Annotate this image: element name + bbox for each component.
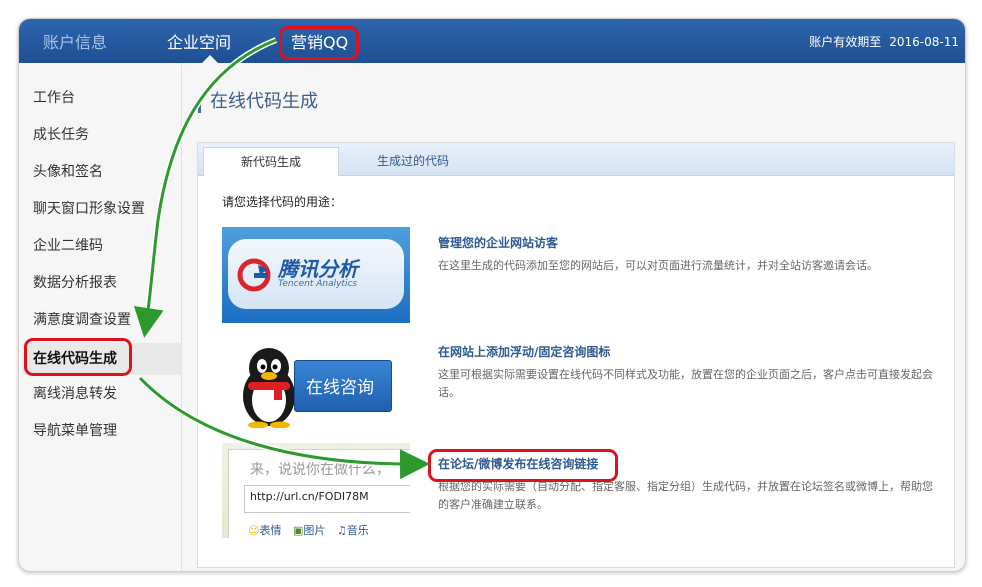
- annotation-online-code: [24, 338, 132, 376]
- main-content: 在线代码生成 新代码生成 生成过的代码 请您选择代码的用途： 腾讯分析 Tenc…: [182, 63, 965, 571]
- image-icon: ▣: [292, 524, 304, 537]
- nav-enterprise-space[interactable]: 企业空间: [167, 19, 231, 63]
- app-window: 账户信息 企业空间 营销QQ 账户有效期至 2016-08-11 工作台 成长任务…: [18, 18, 966, 572]
- consult-thumbnail[interactable]: 在线咨询: [222, 336, 410, 432]
- forum-tool-music: 音乐: [346, 524, 369, 537]
- tab-bar: 新代码生成 生成过的代码: [198, 143, 954, 177]
- expiry-label: 账户有效期至: [809, 35, 882, 49]
- account-expiry: 账户有效期至 2016-08-11: [801, 19, 959, 63]
- forum-placeholder: 来，说说你在做什么，: [250, 462, 390, 478]
- sidebar-item-offline-forwarding[interactable]: 离线消息转发: [33, 379, 117, 409]
- sidebar-item-satisfaction-survey[interactable]: 满意度调查设置: [33, 305, 131, 335]
- tencent-analytics-logo-icon: [237, 258, 271, 292]
- emoji-icon: ☺: [248, 524, 260, 537]
- music-icon: ♫: [336, 524, 347, 537]
- page-title: 在线代码生成: [210, 91, 318, 112]
- annotation-marketing-qq: [279, 26, 359, 60]
- forum-thumbnail[interactable]: 来，说说你在做什么， http://url.cn/FODI78M ☺表情 ▣图片…: [222, 443, 410, 538]
- annotation-forum-option: [428, 449, 618, 482]
- forum-tool-image: 图片: [303, 524, 326, 537]
- expiry-date: 2016-08-11: [889, 35, 959, 49]
- tab-new-code[interactable]: 新代码生成: [203, 147, 339, 177]
- tab-generated-code[interactable]: 生成过的代码: [358, 147, 468, 175]
- consult-button-text: 在线咨询: [306, 378, 374, 398]
- option-desc-forum-weibo: 根据您的实际需要（自动分配、指定客服、指定分组）生成代码，并放置在论坛签名或微博…: [438, 480, 933, 511]
- title-accent-bar: [198, 99, 201, 113]
- sidebar-item-workbench[interactable]: 工作台: [33, 83, 75, 113]
- option-desc-website-visitors: 在这里生成的代码添加至您的网站后，可以对页面进行流量统计，并对全站访客邀请会话。: [438, 259, 878, 272]
- forum-url-text: http://url.cn/FODI78M: [250, 490, 369, 503]
- forum-toolbar: ☺表情 ▣图片 ♫音乐: [248, 522, 369, 538]
- option-desc-float-icon: 这里可根据实际需要设置在线代码不同样式及功能，放置在您的企业页面之后，客户点击可…: [438, 368, 933, 399]
- sidebar-item-qr-code[interactable]: 企业二维码: [33, 231, 103, 261]
- analytics-thumbnail[interactable]: 腾讯分析 Tencent Analytics: [222, 227, 410, 323]
- sidebar-item-growth-tasks[interactable]: 成长任务: [33, 120, 89, 150]
- analytics-brand-text: 腾讯分析: [278, 257, 358, 281]
- option-title-website-visitors[interactable]: 管理您的企业网站访客: [438, 234, 558, 251]
- forum-tool-emoji: 表情: [259, 524, 282, 537]
- analytics-brand-subtext: Tencent Analytics: [278, 279, 358, 289]
- sidebar-item-analytics-reports[interactable]: 数据分析报表: [33, 268, 117, 298]
- purpose-prompt: 请您选择代码的用途：: [222, 195, 343, 209]
- sidebar-item-avatar-signature[interactable]: 头像和签名: [33, 157, 103, 187]
- sidebar: 工作台 成长任务 头像和签名 聊天窗口形象设置 企业二维码 数据分析报表 满意度…: [19, 63, 182, 571]
- code-panel: 新代码生成 生成过的代码 请您选择代码的用途： 腾讯分析 Tencent Ana…: [197, 142, 955, 568]
- top-navigation-bar: 账户信息 企业空间 营销QQ 账户有效期至 2016-08-11: [19, 19, 965, 63]
- option-title-float-icon[interactable]: 在网站上添加浮动/固定咨询图标: [438, 343, 610, 360]
- active-nav-caret-icon: [202, 55, 218, 63]
- sidebar-item-chat-window-settings[interactable]: 聊天窗口形象设置: [33, 194, 145, 224]
- nav-account-info[interactable]: 账户信息: [43, 19, 107, 63]
- sidebar-item-nav-menu[interactable]: 导航菜单管理: [33, 416, 117, 446]
